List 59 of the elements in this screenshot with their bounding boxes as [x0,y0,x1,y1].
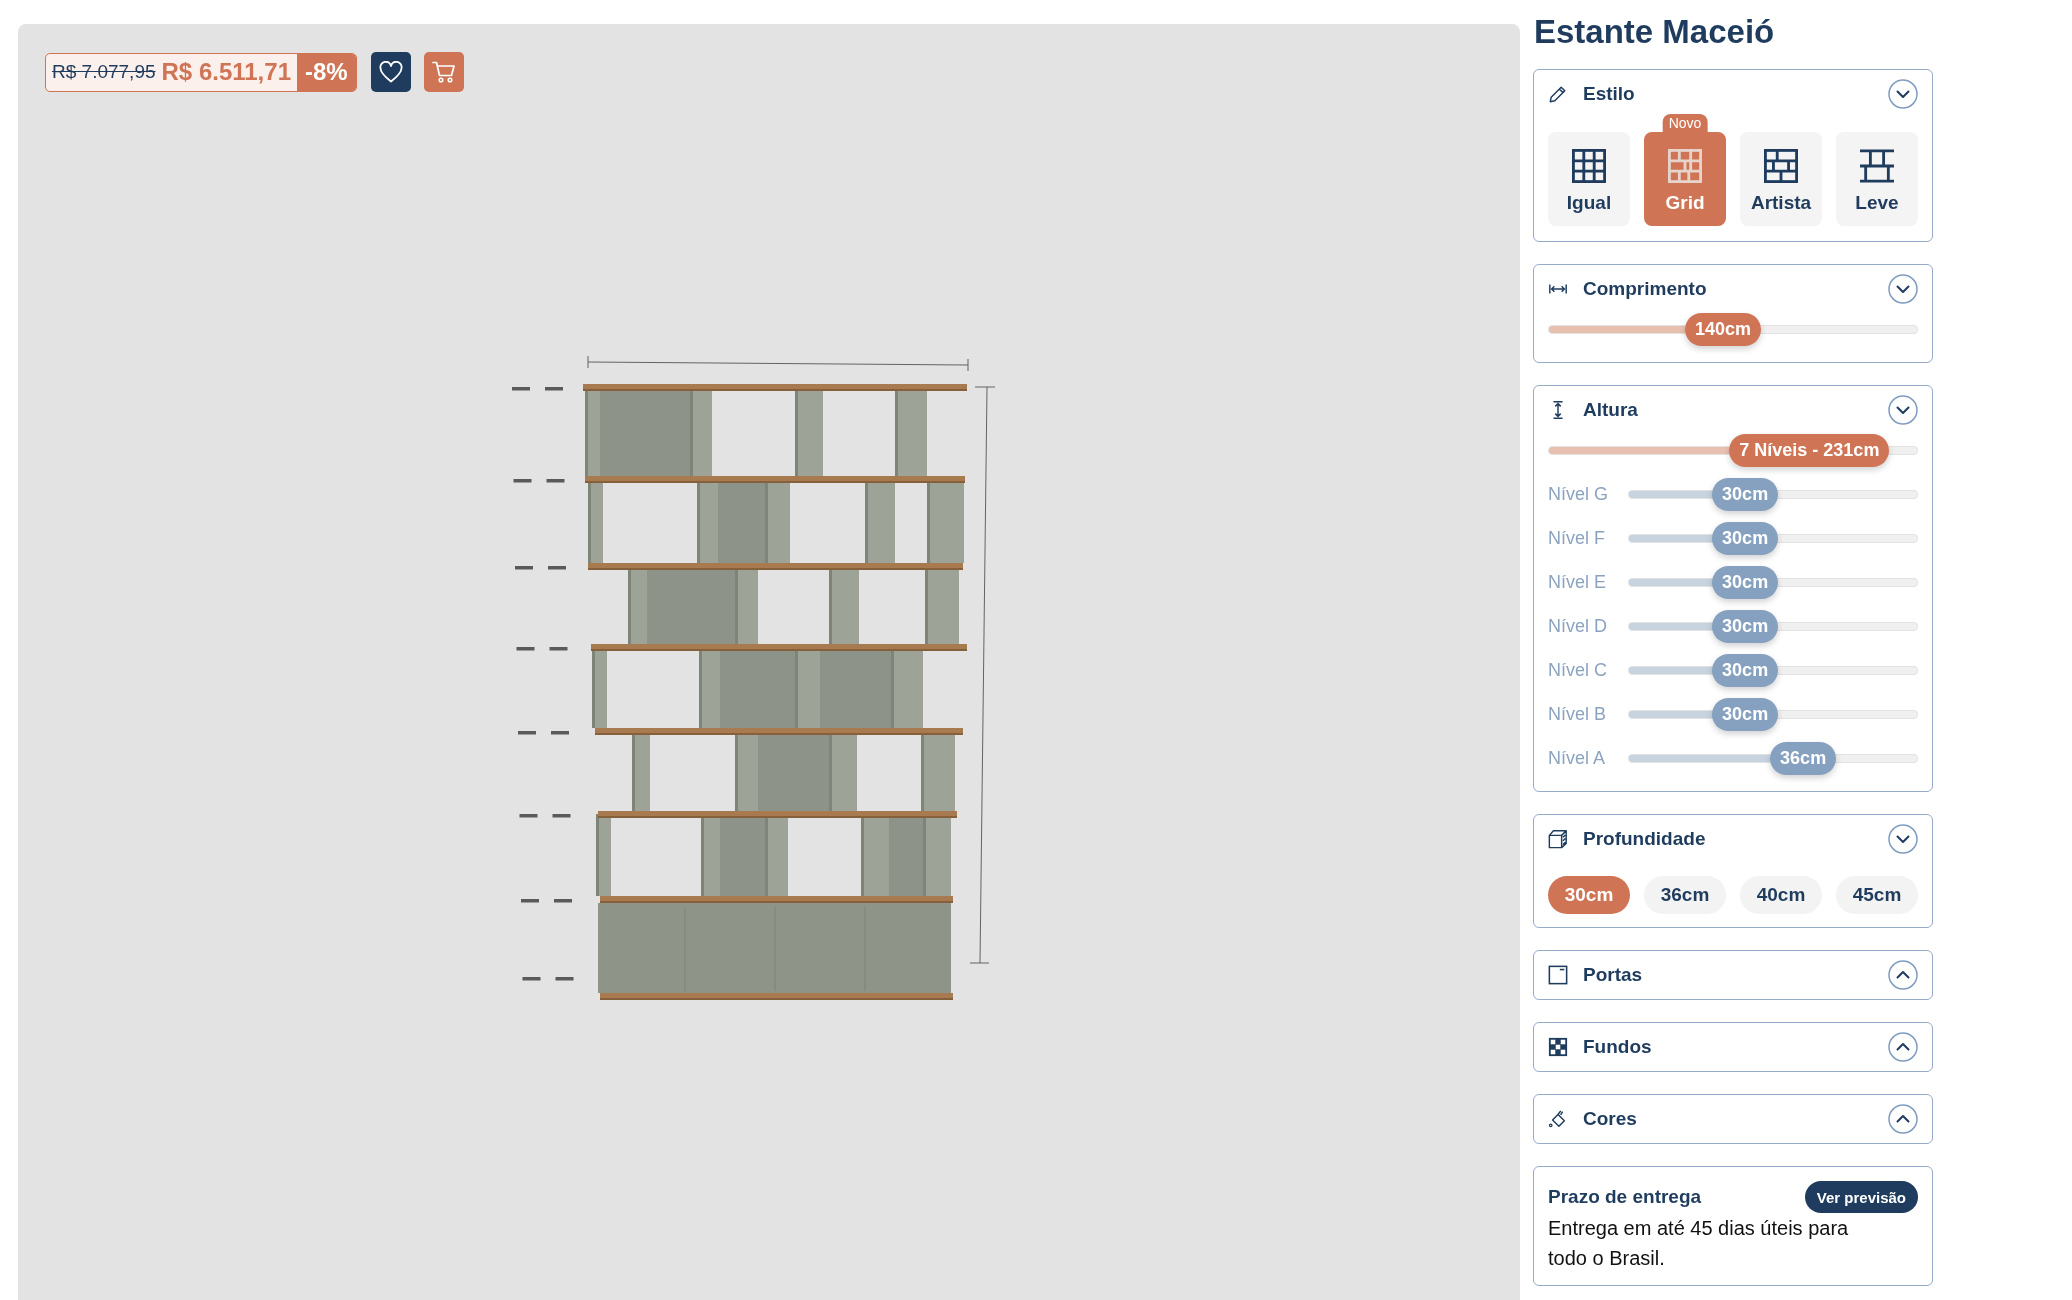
mixed-grid-icon [1764,148,1798,184]
slider-thumb[interactable]: 30cm [1712,522,1779,555]
current-price: R$ 6.511,71 [161,58,292,86]
brick-grid-icon [1668,148,1702,184]
slider-thumb[interactable]: 30cm [1712,566,1779,599]
delivery-text: Entrega em até 45 dias úteis para todo o Brasil. [1548,1216,1850,1271]
level-label: Nível D [1548,616,1608,637]
section-title: Altura [1583,399,1638,421]
original-price: R$ 7.077,95 [51,61,157,83]
style-option[interactable]: Artista [1740,132,1822,226]
level-label: Nível A [1548,748,1607,769]
level-label: Nível G [1548,484,1609,505]
depth-option[interactable]: 40cm [1740,876,1822,914]
slider-thumb[interactable]: 30cm [1712,698,1779,731]
checkerboard-icon [1548,1037,1568,1057]
slider-thumb[interactable]: 30cm [1712,478,1779,511]
pencil-icon [1548,84,1568,104]
chevron-up-icon[interactable] [1888,960,1918,990]
level-label: Nível F [1548,528,1606,549]
slider-thumb[interactable]: 140cm [1684,313,1761,346]
forecast-button[interactable]: Ver previsão [1804,1181,1918,1213]
chevron-up-icon[interactable] [1888,1104,1918,1134]
chevron-down-icon[interactable] [1888,274,1918,304]
heart-icon [378,61,403,83]
section-title: Comprimento [1583,278,1707,300]
slider-thumb[interactable]: 36cm [1770,742,1837,775]
section-title: Estilo [1583,83,1635,105]
cube-icon [1548,829,1568,849]
cart-button[interactable] [423,52,464,92]
style-option[interactable]: Igual [1548,132,1630,226]
level-label: Nível B [1548,704,1608,725]
chevron-down-icon[interactable] [1888,395,1918,425]
section-title: Portas [1583,964,1643,986]
product-title: Estante Maceió [1534,12,1776,52]
level-label: Nível E [1548,572,1608,593]
depth-option[interactable]: 45cm [1836,876,1918,914]
slider-thumb[interactable]: 7 Níveis - 231cm [1729,434,1890,467]
slider-thumb[interactable]: 30cm [1712,654,1779,687]
section-title: Profundidade [1583,828,1706,850]
level-label: Nível C [1548,660,1608,681]
slider-thumb[interactable]: 30cm [1712,610,1779,643]
offset-shelves-icon [1860,148,1894,184]
depth-option[interactable]: 30cm [1548,876,1630,914]
grid-icon [1572,148,1606,184]
chevron-down-icon[interactable] [1888,824,1918,854]
delivery-title: Prazo de entrega [1548,1186,1702,1208]
favorite-button[interactable] [370,52,411,92]
cart-icon [431,61,456,83]
door-icon [1548,965,1568,985]
section-title: Fundos [1583,1036,1652,1058]
discount-badge: -8% [297,53,356,91]
section-title: Cores [1583,1108,1637,1130]
chevron-down-icon[interactable] [1888,79,1918,109]
paint-bucket-icon [1548,1109,1568,1129]
style-option[interactable]: Grid [1644,132,1726,226]
style-option[interactable]: Leve [1836,132,1918,226]
chevron-up-icon[interactable] [1888,1032,1918,1062]
depth-option[interactable]: 36cm [1644,876,1726,914]
new-badge: Novo [1662,114,1708,132]
